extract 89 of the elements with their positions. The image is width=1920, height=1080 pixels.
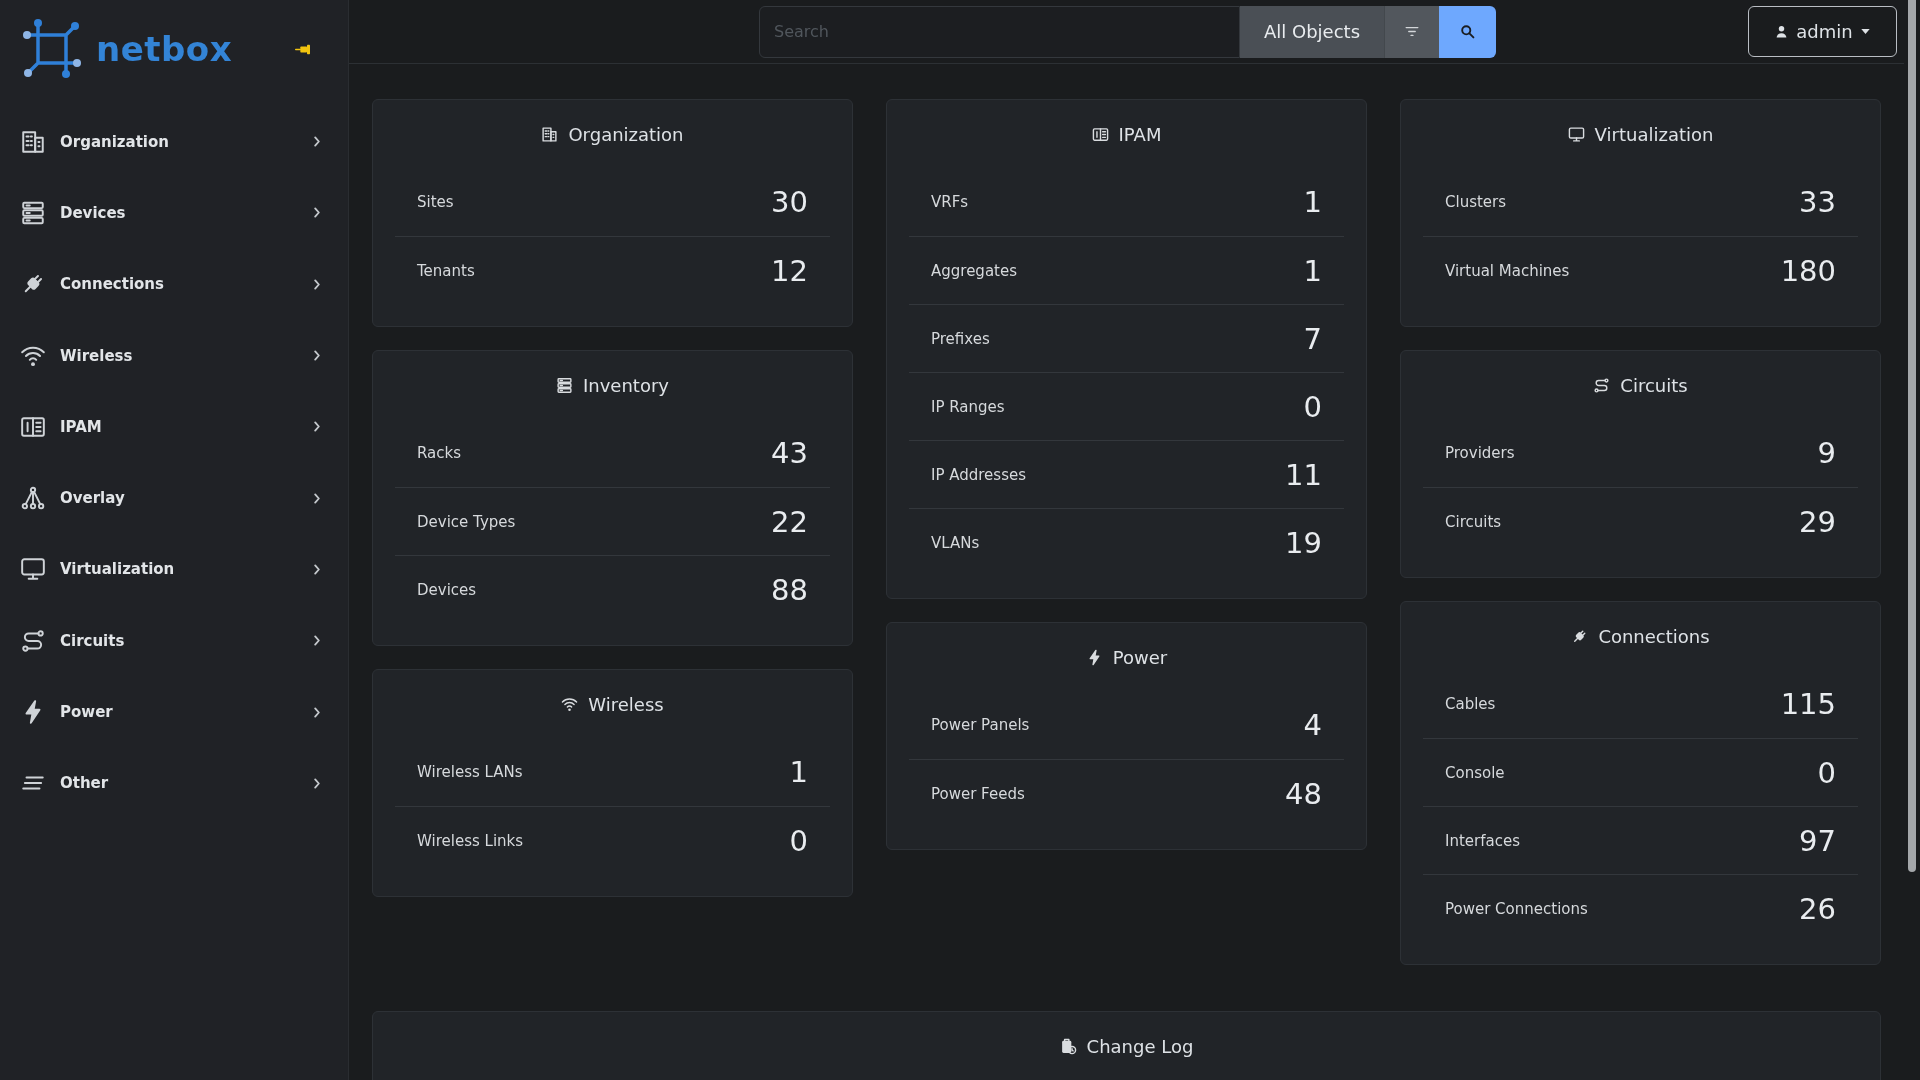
stat-label[interactable]: Racks	[417, 444, 462, 462]
user-icon[interactable]	[1775, 25, 1789, 38]
search-button[interactable]	[1439, 5, 1496, 58]
stat-count: 1	[1303, 253, 1322, 288]
sidebar-item[interactable]: Organization	[0, 106, 348, 178]
stat-label[interactable]: Sites	[417, 193, 454, 211]
route-icon	[20, 627, 46, 654]
stat-label[interactable]: Tenants	[417, 261, 475, 280]
stat-label[interactable]: Cables	[1445, 695, 1496, 713]
panel-icon	[1091, 125, 1109, 143]
caret-icon[interactable]	[1860, 29, 1870, 34]
sidebar-item[interactable]: Devices	[0, 177, 348, 249]
stat-label[interactable]: Interfaces	[1445, 831, 1520, 850]
sidebar-item[interactable]: Power	[0, 676, 348, 748]
stat-label[interactable]: Wireless Links	[417, 831, 524, 850]
stat-label[interactable]: IP Ranges	[931, 397, 1005, 416]
card-title: Wireless	[588, 693, 664, 715]
card-title: Change Log	[1086, 1035, 1194, 1057]
stat-count: 19	[1285, 525, 1322, 560]
stat-count: 180	[1780, 253, 1836, 288]
stat-label[interactable]: Clusters	[1445, 193, 1507, 211]
stat-label[interactable]: Aggregates	[931, 261, 1017, 280]
stat-count: 30	[771, 185, 808, 219]
filter-icon[interactable]	[1404, 25, 1420, 38]
stat-label[interactable]: Prefixes	[931, 329, 990, 348]
stat-count: 4	[1303, 708, 1322, 742]
sidebar-item[interactable]: Other	[0, 747, 348, 819]
stat-count: 0	[789, 823, 808, 858]
stat-count: 1	[1303, 185, 1322, 219]
stat-count: 22	[771, 504, 808, 539]
stat-label[interactable]: IP Addresses	[931, 465, 1027, 484]
sidebar-item[interactable]: Wireless	[0, 319, 348, 392]
server-icon	[20, 199, 46, 226]
user-menu-button[interactable]: admin	[1748, 6, 1897, 57]
search-field[interactable]: Search	[759, 5, 1240, 58]
server-icon	[556, 376, 573, 394]
stat-count: 33	[1799, 185, 1836, 219]
stat-count: 26	[1799, 891, 1836, 926]
stat-label[interactable]: Devices	[417, 580, 477, 599]
stat-label[interactable]: VRFs	[931, 193, 969, 211]
sidebar-item[interactable]: Connections	[0, 248, 348, 320]
sidebar-item[interactable]: Circuits	[0, 605, 348, 677]
stat-label[interactable]: Power Feeds	[931, 784, 1025, 803]
stat-count: 11	[1285, 457, 1322, 492]
card-title: Circuits	[1620, 374, 1688, 396]
stat-count: 115	[1780, 687, 1836, 721]
stat-count: 48	[1285, 776, 1322, 811]
clipboard-icon	[1059, 1037, 1077, 1055]
stat-label[interactable]: VLANs	[931, 533, 980, 552]
stat-count: 29	[1799, 504, 1836, 539]
stat-count: 1	[789, 755, 808, 789]
monitor-icon	[1567, 125, 1585, 143]
stat-count: 97	[1799, 823, 1836, 858]
stat-count: 88	[771, 572, 808, 607]
scrollbar-thumb[interactable]	[1908, 0, 1916, 872]
card-title: Organization	[568, 123, 684, 145]
pin-icon[interactable]	[295, 43, 311, 55]
scope-dropdown-button[interactable]: All Objects	[1240, 5, 1384, 58]
sidebar-item[interactable]: Virtualization	[0, 533, 348, 606]
sidebar-item[interactable]: Overlay	[0, 462, 348, 534]
stat-count: 12	[771, 253, 808, 288]
stat-count: 9	[1817, 436, 1836, 470]
stat-label[interactable]: Console	[1445, 763, 1505, 782]
card-title: Power	[1112, 646, 1168, 668]
sidebar-item[interactable]: IPAM	[0, 391, 348, 463]
stat-label[interactable]: Providers	[1445, 444, 1515, 462]
stat-count: 7	[1303, 321, 1322, 356]
stat-label[interactable]: Device Types	[417, 512, 516, 531]
stat-label[interactable]: Wireless LANs	[417, 763, 523, 781]
stat-label[interactable]: Virtual Machines	[1445, 261, 1570, 280]
home-link[interactable]: netbox	[20, 17, 233, 81]
stat-label[interactable]: Power Panels	[931, 716, 1030, 734]
stat-count: 0	[1303, 389, 1322, 424]
hierarchy-icon	[20, 485, 46, 512]
logo-icon[interactable]	[20, 17, 84, 81]
card-title: IPAM	[1118, 123, 1162, 145]
building-icon	[541, 125, 559, 143]
card-title: Virtualization	[1594, 123, 1714, 145]
card-title: Connections	[1598, 625, 1710, 647]
monitor-icon	[20, 556, 46, 583]
search-icon[interactable]	[1460, 24, 1475, 39]
wifi-icon	[561, 695, 579, 713]
stat-count: 0	[1817, 755, 1836, 790]
stat-count: 43	[771, 436, 808, 470]
route-icon	[1593, 376, 1611, 394]
stat-label[interactable]: Circuits	[1445, 512, 1502, 531]
building-icon	[20, 128, 46, 155]
stat-label[interactable]: Power Connections	[1445, 899, 1588, 918]
card-title: Inventory	[583, 374, 669, 396]
